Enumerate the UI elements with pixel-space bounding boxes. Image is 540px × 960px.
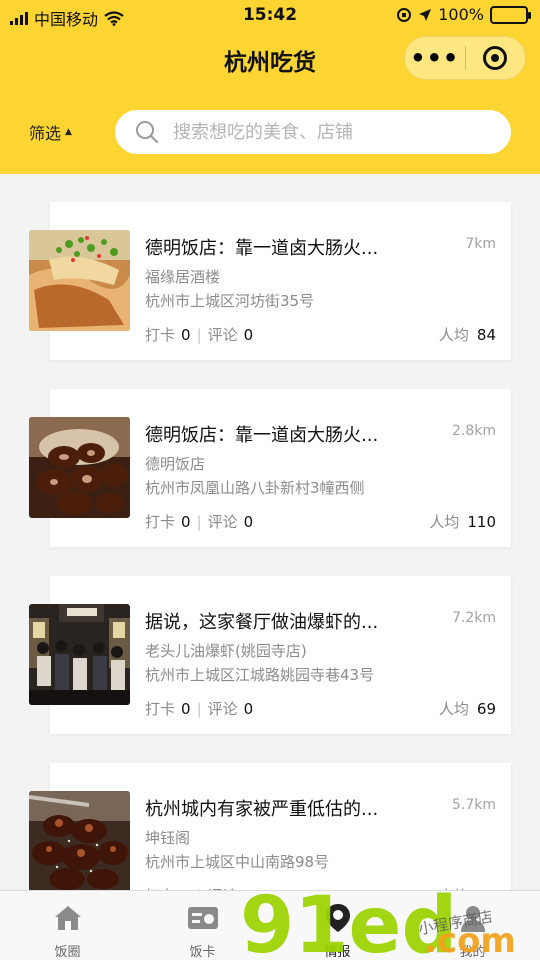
checkin-label: 打卡 (145, 513, 176, 531)
status-bar: 中国移动 15:42 100% (0, 0, 540, 32)
status-right: 100% (396, 5, 531, 24)
comment-label: 评论 (207, 326, 238, 344)
item-distance: 7km (465, 236, 496, 252)
item-shop-name: 福缘居酒楼 (145, 268, 221, 286)
stats-divider: | (196, 325, 202, 344)
search-input[interactable] (173, 121, 493, 143)
item-avg-price: 人均 69 (439, 698, 496, 719)
item-avg-price: 人均 110 (429, 511, 496, 532)
avg-price-value: 110 (467, 513, 496, 531)
stats-divider: | (196, 512, 202, 531)
checkin-count: 0 (181, 512, 191, 531)
location-pin-icon (322, 903, 354, 933)
checkin-label: 打卡 (145, 326, 176, 344)
item-distance: 7.2km (451, 610, 496, 626)
more-dots-icon: ••• (410, 44, 460, 72)
comment-count: 0 (243, 512, 254, 531)
item-shop-name: 老头儿油爆虾(姚园寺店) (145, 642, 307, 660)
battery-icon (490, 5, 531, 24)
avg-price-value: 69 (476, 700, 496, 718)
miniprogram-capsule: ••• (404, 36, 526, 80)
tab-label: 饭圈 (54, 945, 81, 960)
item-address: 杭州市凤凰山路八卦新村3幢西侧 (145, 479, 365, 497)
tab-label: 我的 (459, 945, 486, 960)
location-arrow-icon (419, 8, 432, 21)
search-icon (136, 121, 158, 143)
item-title: 据说，这家餐厅做油爆虾的... (145, 612, 379, 633)
search-bar-area: 筛选 ▲ (0, 84, 540, 174)
item-distance: 2.8km (451, 423, 496, 439)
article-list[interactable]: 德明饭店：靠一道卤大肠火... 7km 福缘居酒楼 杭州市上城区河坊街35号 打… (0, 174, 540, 890)
comment-count: 0 (243, 325, 254, 344)
avg-label: 人均 (438, 326, 469, 344)
battery-percent: 100% (438, 5, 484, 24)
restaurant-thumbnail-crowd[interactable] (29, 604, 130, 705)
item-shop-name: 德明饭店 (145, 455, 206, 473)
tab-fanquan[interactable]: 饭圈 (0, 891, 135, 960)
avg-label: 人均 (438, 700, 469, 718)
item-address: 杭州市上城区江城路姚园寺巷43号 (145, 666, 375, 684)
checkin-label: 打卡 (145, 700, 176, 718)
rotation-lock-icon (397, 7, 412, 22)
stats-divider: | (196, 699, 202, 718)
tab-label: 饭卡 (189, 945, 216, 960)
item-distance: 5.7km (451, 797, 496, 813)
tab-label: 情报 (324, 945, 351, 960)
triangle-up-icon: ▲ (65, 127, 72, 137)
person-icon (457, 903, 489, 933)
tab-wode[interactable]: 我的 (405, 891, 540, 960)
item-stats: 打卡 0 | 评论 0 (145, 511, 253, 532)
comment-label: 评论 (207, 513, 238, 531)
food-thumbnail-braised-intestine[interactable] (29, 417, 130, 518)
item-stats: 打卡 0 | 评论 0 (145, 324, 253, 345)
tab-bar: 饭圈 饭卡 情报 我的 (0, 890, 540, 960)
avg-price-value: 84 (476, 326, 496, 344)
filter-button[interactable]: 筛选 ▲ (29, 120, 72, 144)
more-button[interactable]: ••• (405, 46, 465, 70)
comment-count: 0 (243, 699, 254, 718)
item-title: 德明饭店：靠一道卤大肠火... (145, 238, 379, 259)
search-box[interactable] (115, 110, 511, 154)
checkin-count: 0 (181, 699, 191, 718)
tab-qingbao[interactable]: 情报 (270, 891, 405, 960)
item-address: 杭州市上城区中山南路98号 (145, 853, 330, 871)
avg-label: 人均 (429, 513, 460, 531)
filter-label: 筛选 (29, 124, 62, 143)
item-address: 杭州市上城区河坊街35号 (145, 292, 315, 310)
food-thumbnail-braised-chicken[interactable] (29, 230, 130, 331)
card-icon (187, 903, 219, 933)
item-avg-price: 人均 84 (439, 324, 496, 345)
item-stats: 打卡 0 | 评论 0 (145, 698, 253, 719)
food-thumbnail-sweet-sour-ribs[interactable] (29, 791, 130, 890)
close-miniprogram-button[interactable] (465, 46, 525, 70)
navigation-bar: 杭州吃货 ••• (0, 32, 540, 84)
comment-label: 评论 (207, 700, 238, 718)
item-shop-name: 坤钰阁 (145, 829, 191, 847)
checkin-count: 0 (181, 325, 191, 344)
target-circle-icon (483, 46, 508, 70)
item-title: 杭州城内有家被严重低估的... (145, 799, 379, 820)
tab-fanka[interactable]: 饭卡 (135, 891, 270, 960)
item-title: 德明饭店：靠一道卤大肠火... (145, 425, 379, 446)
home-icon (52, 903, 84, 933)
